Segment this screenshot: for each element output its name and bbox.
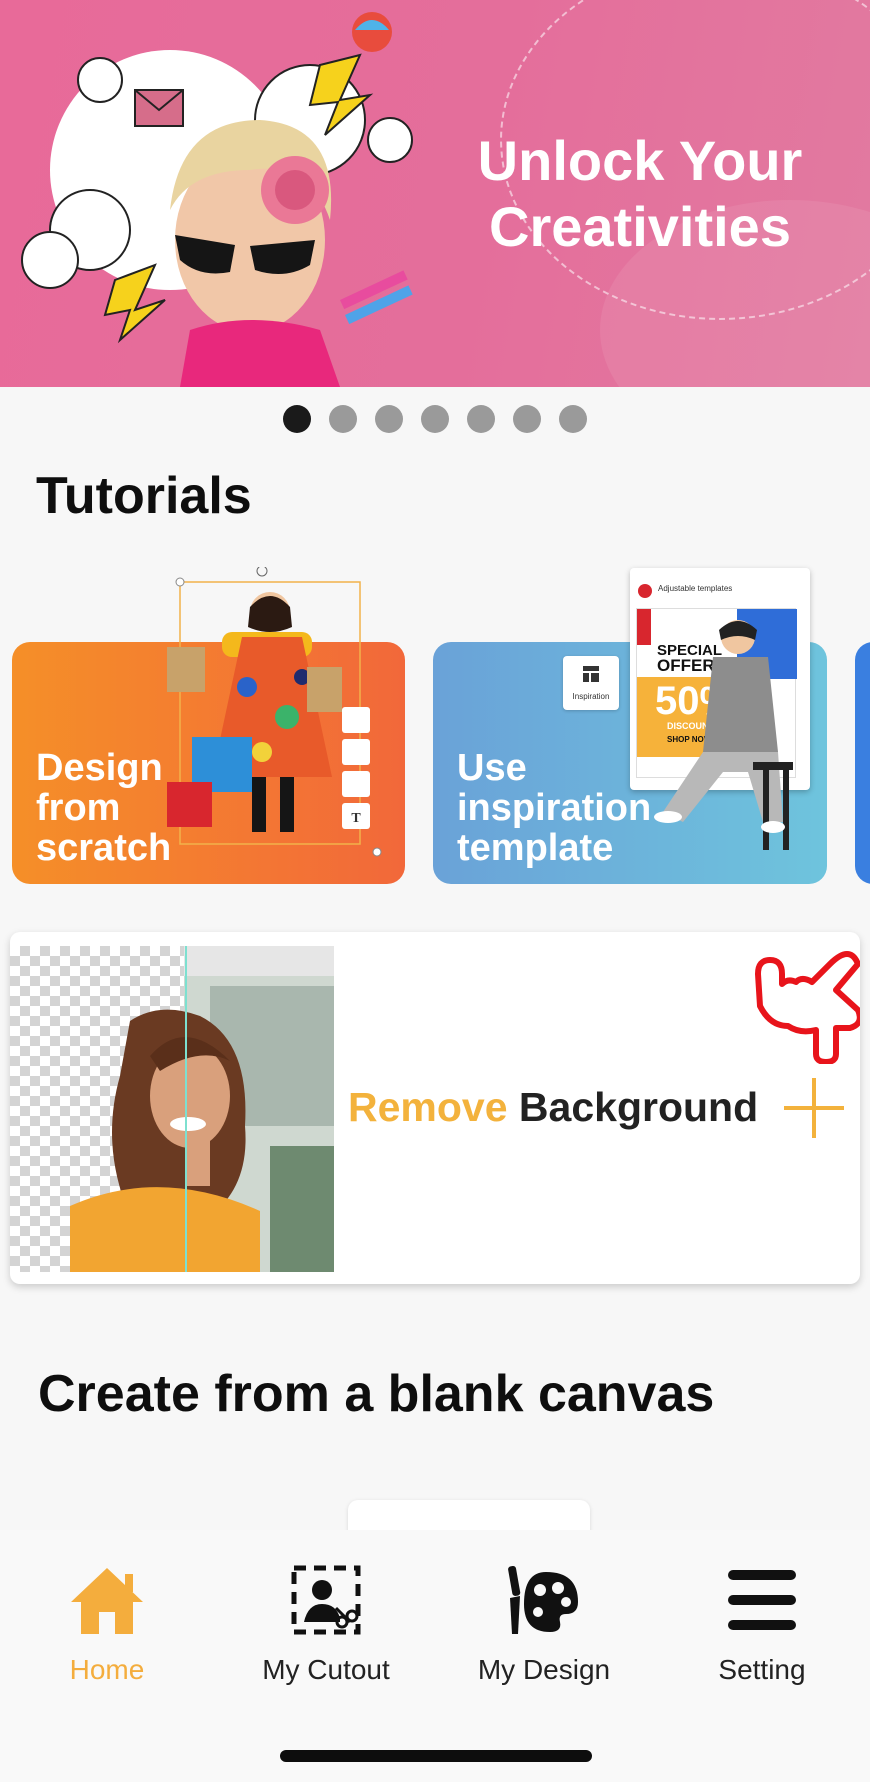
svg-text:T: T	[351, 811, 361, 826]
tutorial-card-label: Use inspiration template	[457, 747, 652, 869]
layout-icon	[583, 666, 599, 682]
hand-pointer-icon	[755, 951, 860, 1064]
menu-icon	[728, 1570, 796, 1630]
tutorial-card-next[interactable]	[855, 642, 870, 884]
carousel-dot[interactable]	[559, 405, 587, 433]
template-header: Adjustable templates	[658, 584, 733, 593]
home-indicator	[280, 1750, 592, 1762]
blank-canvas-heading: Create from a blank canvas	[38, 1365, 715, 1423]
tab-label: Setting	[718, 1654, 806, 1685]
carousel-dot[interactable]	[467, 405, 495, 433]
bottom-tab-bar: Home My Cutout My Design Setting	[0, 1530, 870, 1782]
tab-my-design[interactable]: My Design	[459, 1560, 629, 1686]
remove-background-preview	[10, 946, 334, 1272]
carousel-pagination[interactable]	[0, 405, 870, 433]
carousel-dot[interactable]	[329, 405, 357, 433]
tab-label: My Cutout	[262, 1654, 390, 1685]
banner-collage-image	[21, 12, 413, 387]
carousel-dot[interactable]	[375, 405, 403, 433]
tab-home[interactable]: Home	[22, 1560, 192, 1686]
tutorials-heading: Tutorials	[36, 467, 252, 525]
template-avatar	[638, 584, 652, 598]
tutorials-carousel[interactable]: T Design from scratch Inspiration Adjust…	[0, 560, 870, 890]
carousel-dot[interactable]	[283, 405, 311, 433]
remove-label-rest: Background	[518, 1084, 759, 1130]
tutorial-design-illustration: T	[167, 567, 382, 857]
template-model-illustration	[654, 620, 793, 850]
remove-background-title: Remove Background	[348, 1084, 758, 1131]
tab-setting[interactable]: Setting	[677, 1560, 847, 1686]
home-icon	[71, 1568, 143, 1634]
hero-banner[interactable]: Unlock Your Creativities	[0, 0, 870, 387]
inspiration-badge: Inspiration	[563, 656, 619, 710]
tutorial-card-design-from-scratch[interactable]: T Design from scratch	[12, 567, 405, 884]
tutorial-card-label: Design from scratch	[36, 747, 172, 869]
add-icon[interactable]	[778, 1072, 850, 1144]
tab-my-cutout[interactable]: My Cutout	[241, 1560, 411, 1686]
remove-background-photo	[70, 946, 334, 1272]
tutorial-card-inspiration-template[interactable]: Inspiration Adjustable templates SPECIAL…	[433, 568, 827, 884]
cutout-icon	[291, 1565, 361, 1635]
inspiration-badge-label: Inspiration	[572, 692, 610, 701]
banner-title: Unlock Your Creativities	[477, 129, 803, 258]
carousel-dot[interactable]	[513, 405, 541, 433]
remove-label-highlight: Remove	[348, 1084, 508, 1130]
remove-background-card[interactable]: Remove Background	[10, 932, 860, 1284]
tab-label: Home	[69, 1654, 145, 1685]
carousel-dot[interactable]	[421, 405, 449, 433]
palette-icon	[508, 1565, 578, 1634]
tab-label: My Design	[477, 1654, 611, 1685]
